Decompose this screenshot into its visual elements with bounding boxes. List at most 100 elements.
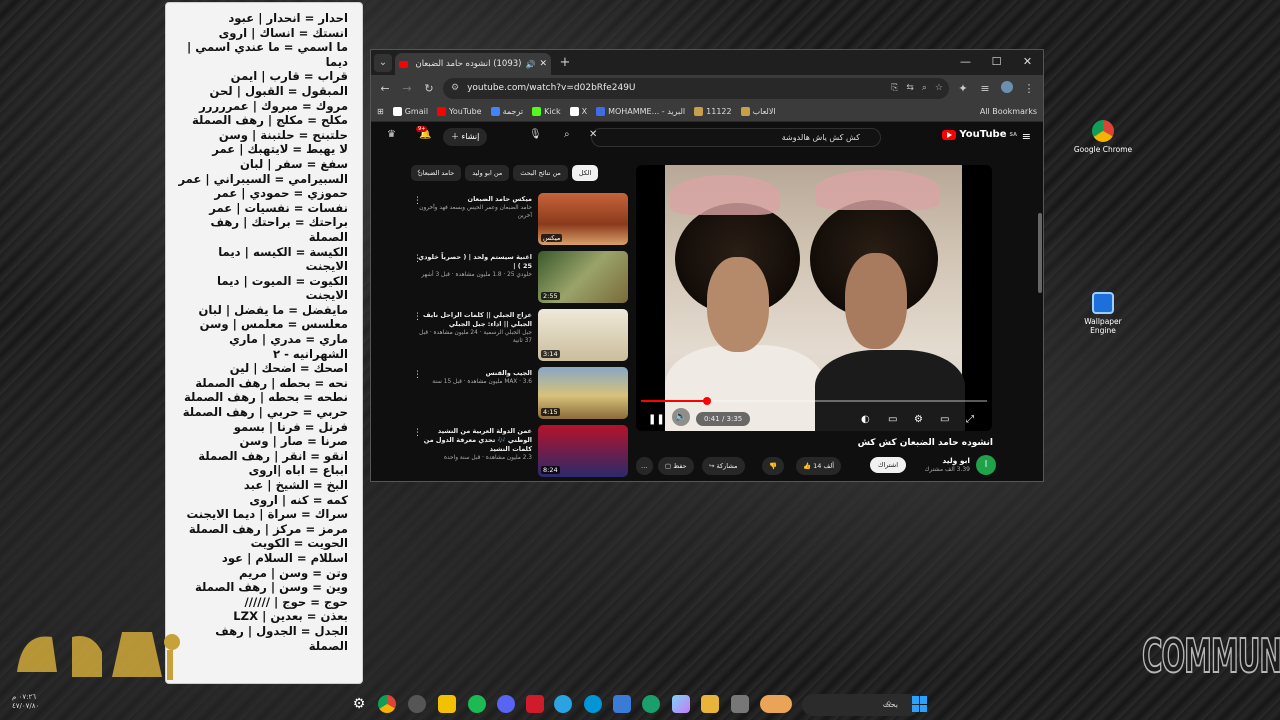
- related-title[interactable]: عزاج الجبلي || كلمات الراحل نايف الجبلي …: [412, 311, 532, 329]
- discord-taskbar-icon[interactable]: [497, 695, 515, 713]
- new-tab-button[interactable]: +: [556, 54, 574, 72]
- tab-audio-icon[interactable]: 🔊: [525, 60, 535, 69]
- start-button[interactable]: [912, 696, 928, 712]
- translate-icon[interactable]: ⇆: [906, 78, 914, 99]
- bookmark-item[interactable]: Gmail: [392, 107, 428, 116]
- search-icon[interactable]: ⌕: [564, 129, 570, 140]
- maximize-icon[interactable]: ☐: [981, 50, 1012, 75]
- related-video[interactable]: 4:15 الجيب والقنس MAX · 3.6 مليون مشاهدة ·…: [403, 367, 628, 423]
- settings-app-icon[interactable]: ⚙: [350, 695, 368, 713]
- related-video[interactable]: 8:24 عمن الدولة العربية من النشيد الوطني …: [403, 425, 628, 481]
- tab-search-icon[interactable]: ⌄: [374, 54, 392, 72]
- account-avatar-icon[interactable]: ♛: [387, 129, 396, 140]
- tab-youtube[interactable]: (1093) انشوده حامد الضبعان 🔊 ✕: [395, 53, 551, 75]
- progress-bar[interactable]: [641, 397, 987, 405]
- reload-icon[interactable]: ↻: [421, 82, 437, 95]
- related-video[interactable]: 3:14 عزاج الجبلي || كلمات الراحل نايف الج…: [403, 309, 628, 365]
- notes-taskbar-icon[interactable]: [438, 695, 456, 713]
- extensions-icon[interactable]: ✦: [955, 82, 971, 95]
- pause-icon[interactable]: ❚❚: [648, 414, 665, 425]
- related-title[interactable]: عمن الدولة العربية من النشيد الوطني 🎶 تح…: [412, 427, 532, 454]
- like-button[interactable]: 👍 14 ألف: [796, 457, 842, 475]
- share-button[interactable]: ↪ مشاركة: [702, 457, 745, 475]
- bookmark-item[interactable]: الالعاب: [740, 107, 776, 116]
- bookmark-item[interactable]: X: [569, 107, 587, 116]
- clear-search-icon[interactable]: ✕: [589, 129, 597, 140]
- theater-mode-icon[interactable]: ▭: [940, 414, 949, 425]
- tab-close-icon[interactable]: ✕: [539, 59, 547, 69]
- bookmark-item[interactable]: MOHAMME... - البريد: [596, 107, 685, 116]
- app-taskbar-icon[interactable]: [731, 695, 749, 713]
- chrome-taskbar-icon[interactable]: [378, 695, 396, 713]
- progress-handle[interactable]: [702, 397, 711, 405]
- all-bookmarks[interactable]: All Bookmarks: [980, 107, 1037, 116]
- copilot-taskbar-icon[interactable]: [672, 695, 690, 713]
- filter-chip[interactable]: الكل: [571, 165, 599, 181]
- channel-name[interactable]: ابو وليد: [942, 456, 970, 465]
- bookmark-item[interactable]: Kick: [532, 107, 561, 116]
- youtube-logo[interactable]: YouTube SA: [942, 129, 1017, 140]
- notes-panel[interactable]: احدار = انحدار | عبود انستك = انساك | ارو…: [165, 2, 363, 684]
- bookmark-item[interactable]: 11122: [694, 107, 732, 116]
- media-icon[interactable]: ≡: [977, 82, 993, 95]
- filter-chip[interactable]: من نتائج البحث: [513, 165, 568, 181]
- volume-icon[interactable]: 🔈: [672, 408, 690, 426]
- apps-icon[interactable]: ⊞: [377, 107, 384, 116]
- minimize-icon[interactable]: —: [950, 50, 981, 75]
- filter-chip[interactable]: من ابو وليد: [465, 165, 510, 181]
- edge-taskbar-icon[interactable]: [642, 695, 660, 713]
- obs-taskbar-icon[interactable]: [408, 695, 426, 713]
- video-thumbnail[interactable]: 8:24: [538, 425, 628, 477]
- more-actions-icon[interactable]: …: [636, 457, 653, 475]
- site-info-icon[interactable]: ⚙: [451, 78, 459, 99]
- spotify-taskbar-icon[interactable]: [468, 695, 486, 713]
- related-title[interactable]: ميكس حامد الضبعان: [412, 195, 532, 204]
- related-video[interactable]: 2:55 اغنية سيستم ولحد | ( حصرياً خلودي 25…: [403, 251, 628, 307]
- back-icon[interactable]: ←: [377, 82, 393, 95]
- menu-icon[interactable]: ⋮: [1021, 82, 1037, 95]
- taskbar-search-input[interactable]: بحث: [802, 694, 920, 716]
- widget-taskbar-icon[interactable]: [760, 695, 792, 713]
- file-explorer-icon[interactable]: [701, 695, 719, 713]
- bookmark-item[interactable]: YouTube: [437, 107, 482, 116]
- bookmark-item[interactable]: ترجمة: [490, 107, 523, 116]
- more-options-icon[interactable]: ⋮: [413, 254, 422, 264]
- chips-next-icon[interactable]: ‹: [417, 167, 421, 177]
- desktop-icon-wallpaper-engine[interactable]: Wallpaper Engine: [1073, 292, 1133, 335]
- install-icon[interactable]: ⎘: [891, 78, 898, 99]
- create-button[interactable]: ＋ إنشاء: [443, 128, 488, 146]
- related-video[interactable]: ميكس ميكس حامد الضبعان حامد الضبعان وعمر ا…: [403, 193, 628, 249]
- video-thumbnail[interactable]: 2:55: [538, 251, 628, 303]
- autoplay-toggle-icon[interactable]: ◐: [861, 414, 870, 425]
- voice-search-icon[interactable]: 🎙: [529, 129, 542, 140]
- more-options-icon[interactable]: ⋮: [413, 428, 422, 438]
- video-thumbnail[interactable]: 3:14: [538, 309, 628, 361]
- channel-avatar[interactable]: ا: [976, 455, 996, 475]
- settings-icon[interactable]: ⚙: [914, 414, 923, 425]
- bookmark-star-icon[interactable]: ☆: [935, 78, 943, 99]
- page-scrollbar[interactable]: [1038, 213, 1042, 293]
- app-taskbar-icon[interactable]: [526, 695, 544, 713]
- video-thumbnail[interactable]: ميكس: [538, 193, 628, 245]
- more-options-icon[interactable]: ⋮: [413, 196, 422, 206]
- related-title[interactable]: اغنية سيستم ولحد | ( حصرياً خلودي 25 ) |: [412, 253, 532, 271]
- hp-taskbar-icon[interactable]: [584, 695, 602, 713]
- dislike-icon[interactable]: 👎: [762, 457, 785, 475]
- subscribe-button[interactable]: اشتراك: [870, 457, 906, 473]
- close-window-icon[interactable]: ✕: [1012, 50, 1043, 75]
- video-thumbnail[interactable]: 4:15: [538, 367, 628, 419]
- subtitles-icon[interactable]: ▭: [888, 414, 897, 425]
- fullscreen-icon[interactable]: ⤢: [966, 414, 974, 425]
- profile-avatar-icon[interactable]: [999, 81, 1015, 96]
- more-options-icon[interactable]: ⋮: [413, 370, 422, 380]
- desktop-icon-chrome[interactable]: Google Chrome: [1073, 120, 1133, 154]
- url-input[interactable]: ⚙ youtube.com/watch?v=d02bRfe249U ⎘ ⇆ ⌕ …: [443, 78, 949, 99]
- more-options-icon[interactable]: ⋮: [413, 312, 422, 322]
- video-player[interactable]: ❚❚ 🔈 0:41 / 3:35 ◐ ▭ ⚙ ▭ ⤢: [636, 165, 992, 431]
- hamburger-menu-icon[interactable]: ≡: [1022, 130, 1031, 143]
- store-taskbar-icon[interactable]: [613, 695, 631, 713]
- app-taskbar-icon[interactable]: [554, 695, 572, 713]
- forward-icon[interactable]: →: [399, 82, 415, 95]
- related-title[interactable]: الجيب والقنس: [412, 369, 532, 378]
- save-button[interactable]: ▢ حفظ: [658, 457, 694, 475]
